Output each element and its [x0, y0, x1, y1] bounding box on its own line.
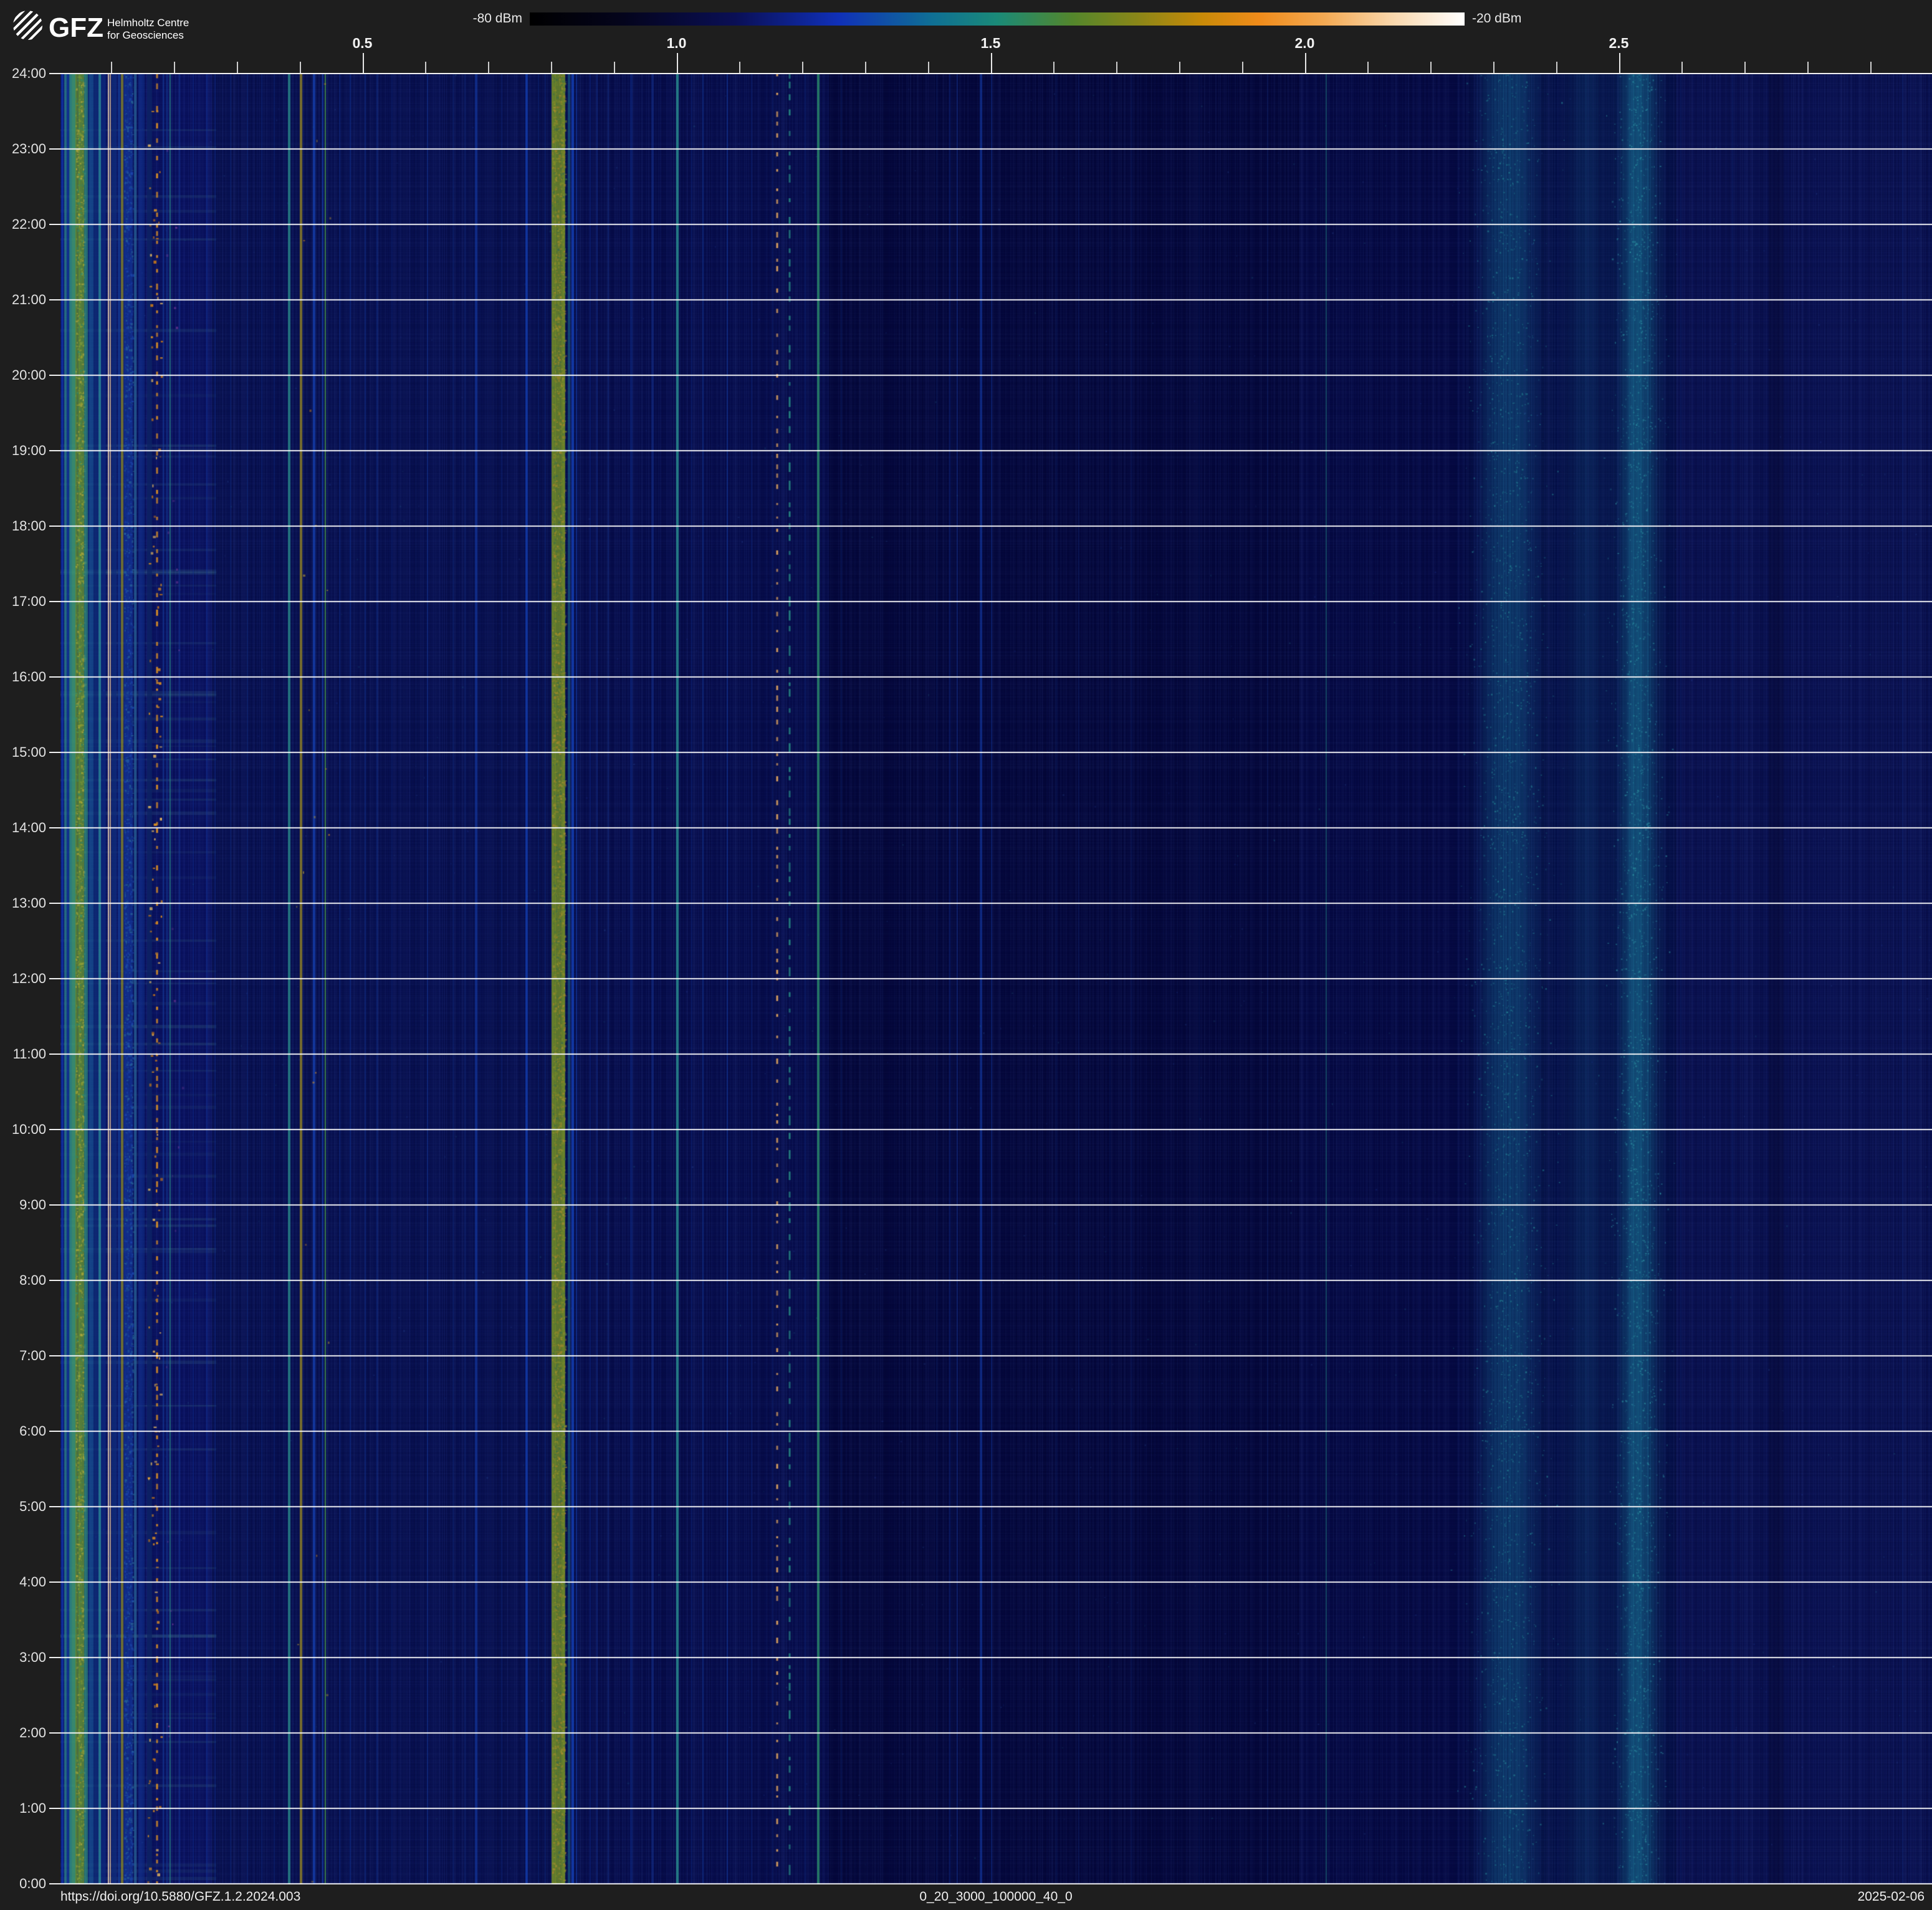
- colorbar: [530, 12, 1465, 26]
- time-tick-label: 0:00: [0, 1876, 46, 1892]
- freq-minor-tick: [1807, 62, 1809, 73]
- freq-minor-tick: [111, 62, 112, 73]
- freq-minor-tick: [1179, 62, 1180, 73]
- freq-minor-tick: [237, 62, 238, 73]
- time-tick-label: 7:00: [0, 1348, 46, 1364]
- freq-minor-tick: [865, 62, 866, 73]
- time-tick-label: 23:00: [0, 141, 46, 157]
- freq-minor-tick: [928, 62, 929, 73]
- footer-date: 2025-02-06: [1858, 1889, 1925, 1904]
- freq-minor-tick: [488, 62, 489, 73]
- freq-minor-tick: [174, 62, 175, 73]
- freq-minor-tick: [551, 62, 552, 73]
- time-tick: [49, 299, 60, 300]
- time-tick-label: 14:00: [0, 820, 46, 836]
- freq-minor-tick: [802, 62, 803, 73]
- logo-subtitle: Helmholtz Centre for Geosciences: [107, 17, 189, 42]
- time-tick-label: 21:00: [0, 292, 46, 308]
- time-tick: [49, 224, 60, 225]
- time-tick-label: 8:00: [0, 1272, 46, 1289]
- time-tick-label: 9:00: [0, 1197, 46, 1213]
- freq-minor-tick: [1493, 62, 1494, 73]
- gfz-globe-icon: [13, 11, 42, 40]
- freq-major-tick: [363, 53, 364, 73]
- time-tick: [49, 601, 60, 602]
- time-tick: [49, 1657, 60, 1658]
- time-tick-label: 2:00: [0, 1725, 46, 1741]
- time-tick-label: 19:00: [0, 443, 46, 459]
- time-tick-label: 18:00: [0, 518, 46, 534]
- time-tick-label: 15:00: [0, 744, 46, 761]
- freq-tick-label: 1.5: [969, 35, 1013, 52]
- freq-minor-tick: [1430, 62, 1432, 73]
- logo-brand: GFZ: [49, 12, 103, 44]
- freq-major-tick: [991, 53, 992, 73]
- time-tick: [49, 1506, 60, 1507]
- freq-tick-label: 1.0: [655, 35, 699, 52]
- time-tick: [49, 1053, 60, 1055]
- time-tick: [49, 450, 60, 451]
- time-tick-label: 13:00: [0, 895, 46, 911]
- time-tick: [49, 375, 60, 376]
- time-tick: [49, 1280, 60, 1281]
- time-tick: [49, 1129, 60, 1130]
- time-tick: [49, 1204, 60, 1206]
- freq-minor-tick: [1870, 62, 1872, 73]
- freq-minor-tick: [300, 62, 301, 73]
- time-tick-label: 1:00: [0, 1800, 46, 1816]
- freq-minor-tick: [1744, 62, 1746, 73]
- time-tick: [49, 1355, 60, 1356]
- freq-tick-label: 2.5: [1597, 35, 1641, 52]
- time-tick-label: 22:00: [0, 216, 46, 233]
- time-tick: [49, 978, 60, 979]
- time-tick-label: 5:00: [0, 1499, 46, 1515]
- freq-tick-label: 0.5: [341, 35, 385, 52]
- time-tick-label: 16:00: [0, 669, 46, 685]
- spectrogram-canvas: [60, 74, 1932, 1884]
- colorbar-min-label: -80 dBm: [430, 12, 522, 26]
- time-tick: [49, 1732, 60, 1734]
- freq-major-tick: [1305, 53, 1306, 73]
- doi-link[interactable]: https://doi.org/10.5880/GFZ.1.2.2024.003: [60, 1889, 300, 1904]
- freq-minor-tick: [425, 62, 426, 73]
- freq-minor-tick: [1242, 62, 1243, 73]
- freq-major-tick: [1619, 53, 1620, 73]
- time-tick: [49, 752, 60, 753]
- time-tick: [49, 73, 60, 74]
- time-tick-label: 10:00: [0, 1121, 46, 1138]
- freq-major-tick: [677, 53, 678, 73]
- time-tick: [49, 148, 60, 150]
- time-tick-label: 24:00: [0, 65, 46, 82]
- time-tick-label: 4:00: [0, 1574, 46, 1590]
- freq-minor-tick: [1681, 62, 1683, 73]
- time-tick: [49, 676, 60, 678]
- time-tick: [49, 1581, 60, 1583]
- colorbar-max-label: -20 dBm: [1472, 12, 1521, 26]
- freq-minor-tick: [614, 62, 615, 73]
- logo-subtitle-line1: Helmholtz Centre: [107, 17, 189, 29]
- freq-minor-tick: [1367, 62, 1369, 73]
- time-tick-label: 11:00: [0, 1046, 46, 1062]
- freq-minor-tick: [1053, 62, 1054, 73]
- time-tick: [49, 827, 60, 828]
- time-tick-label: 3:00: [0, 1649, 46, 1666]
- freq-minor-tick: [739, 62, 740, 73]
- time-tick-label: 12:00: [0, 971, 46, 987]
- time-tick-label: 6:00: [0, 1423, 46, 1439]
- freq-minor-tick: [1556, 62, 1557, 73]
- time-tick: [49, 1431, 60, 1432]
- time-tick: [49, 1883, 60, 1884]
- logo-subtitle-line2: for Geosciences: [107, 29, 189, 42]
- time-tick-label: 17:00: [0, 593, 46, 610]
- time-tick: [49, 1808, 60, 1809]
- time-tick-label: 20:00: [0, 367, 46, 383]
- footer-filename: 0_20_3000_100000_40_0: [919, 1889, 1072, 1904]
- time-tick: [49, 525, 60, 527]
- freq-minor-tick: [1116, 62, 1117, 73]
- time-tick: [49, 903, 60, 904]
- freq-tick-label: 2.0: [1283, 35, 1327, 52]
